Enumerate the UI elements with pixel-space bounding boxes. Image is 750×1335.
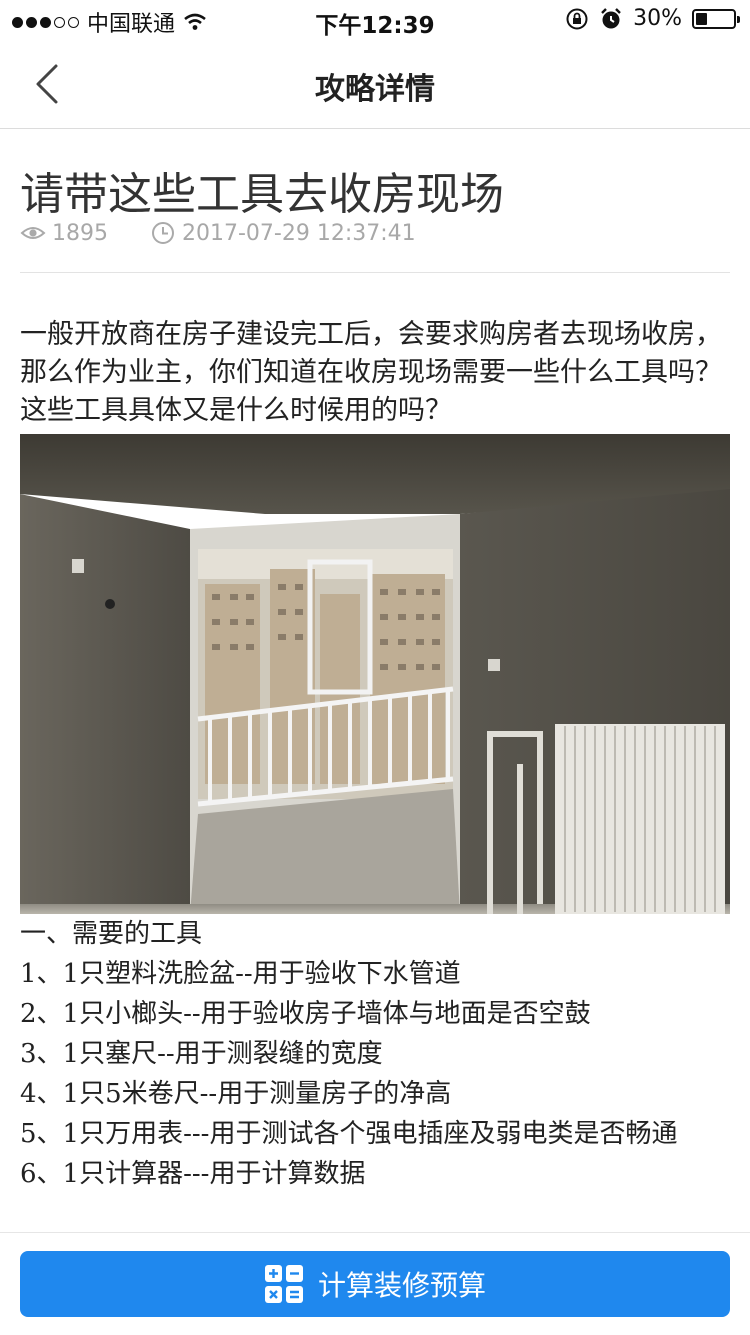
meta-divider	[20, 272, 730, 273]
status-bar: 中国联通 下午12:39 30%	[0, 0, 750, 40]
bottom-action-bar: 计算装修预算	[0, 1232, 750, 1335]
list-item: 3、1只塞尺--用于测裂缝的宽度	[20, 1039, 383, 1069]
battery-percent: 30%	[633, 6, 682, 31]
list-item: 4、1只5米卷尺--用于测量房子的净高	[20, 1079, 452, 1109]
nav-bar: 攻略详情	[0, 40, 750, 129]
list-item: 6、1只计算器---用于计算数据	[20, 1159, 366, 1189]
eye-icon	[20, 227, 46, 239]
article-title: 请带这些工具去收房现场	[20, 169, 504, 220]
status-right: 30%	[565, 6, 740, 31]
battery-icon	[692, 8, 740, 29]
article-meta: 1895 2017-07-29 12:37:41	[20, 220, 416, 246]
tool-list: 一、需要的工具 1、1只塑料洗脸盆--用于验收下水管道 2、1只小榔头--用于验…	[20, 914, 732, 1194]
view-count: 1895	[52, 220, 108, 246]
list-item: 5、1只万用表---用于测试各个强电插座及弱电类是否畅通	[20, 1119, 678, 1149]
list-item: 1、1只塑料洗脸盆--用于验收下水管道	[20, 959, 461, 989]
alarm-clock-icon	[601, 7, 621, 28]
calculate-budget-button[interactable]: 计算装修预算	[20, 1251, 730, 1317]
clock-icon	[152, 222, 174, 244]
publish-datetime: 2017-07-29 12:37:41	[182, 220, 416, 246]
page-title: 攻略详情	[315, 72, 435, 107]
article-intro: 一般开放商在房子建设完工后，会要求购房者去现场收房，那么作为业主，你们知道在收房…	[20, 319, 722, 426]
calculate-budget-label: 计算装修预算	[317, 1269, 486, 1302]
list-item: 2、1只小榔头--用于验收房子墙体与地面是否空鼓	[20, 999, 591, 1029]
rotation-lock-icon	[566, 8, 588, 29]
calculator-icon	[264, 1265, 303, 1303]
list-item: 一、需要的工具	[20, 919, 203, 949]
article-photo	[20, 434, 730, 914]
